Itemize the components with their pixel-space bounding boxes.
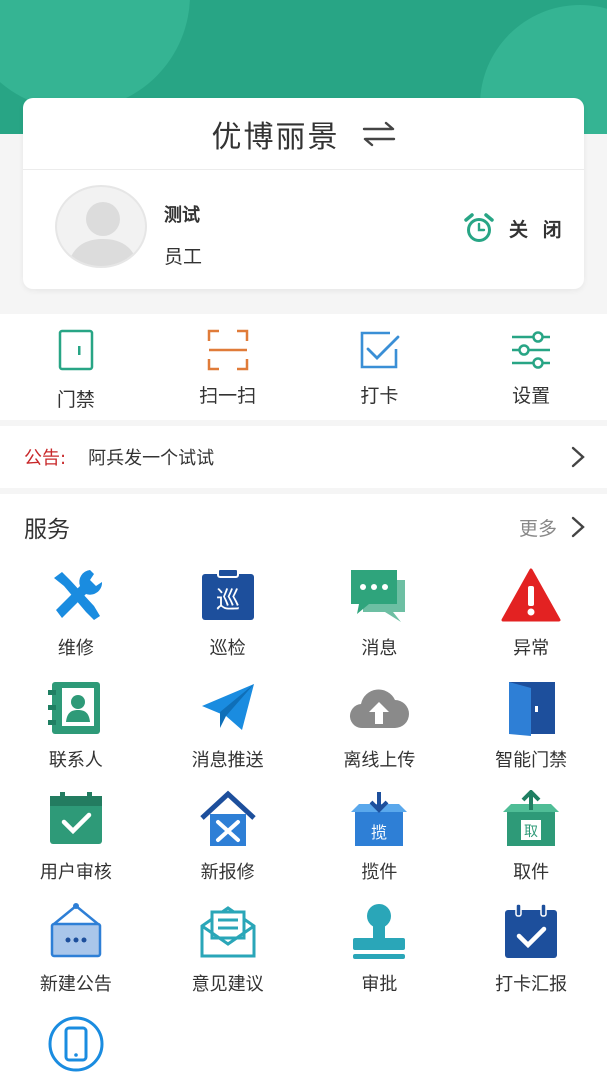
services-section: 服务 更多 维修 巡 巡检 消息 异常 联系人 消息推送 离线上传 智能门禁 用… [0,494,607,1080]
quick-checkin-label: 打卡 [360,385,399,407]
service-new-announcement[interactable]: 新建公告 [0,896,152,1008]
more-label: 更多 [518,517,557,540]
service-label: 消息 [361,638,398,659]
svg-text:取: 取 [524,824,538,840]
service-label: 智能门禁 [495,750,568,771]
mobile-phone-icon [48,1016,104,1072]
service-label: 取件 [513,862,550,883]
checkin-icon [361,331,400,369]
service-label: 新报修 [200,862,255,883]
cloud-upload-icon [350,689,410,729]
quick-scan[interactable]: 扫一扫 [152,314,304,420]
avatar-placeholder-icon [67,202,139,266]
service-approval[interactable]: 审批 [304,896,456,1008]
contacts-icon [47,682,100,734]
more-link[interactable]: 更多 [519,514,585,541]
repair-tools-icon [53,570,102,620]
profile-card: 优博丽景 测试 员工 关 闭 [23,98,584,289]
inspection-icon: 巡 [201,568,254,620]
warning-icon [501,568,561,622]
user-row: 测试 员工 关 闭 [23,170,584,288]
service-label: 联系人 [48,750,103,771]
package-pickup-icon: 取 [503,790,560,846]
swap-arrows-icon[interactable] [362,121,396,147]
quick-actions: 门禁 扫一扫 打卡 设置 [0,314,607,420]
service-offline-upload[interactable]: 离线上传 [304,672,456,784]
service-label: 用户审核 [39,862,112,883]
service-inspection[interactable]: 巡 巡检 [152,560,304,672]
service-push[interactable]: 消息推送 [152,672,304,784]
service-label: 意见建议 [191,974,264,995]
service-smart-door[interactable]: 智能门禁 [455,672,607,784]
smart-door-icon [509,682,556,736]
quick-door[interactable]: 门禁 [0,314,152,420]
announcement-icon [50,903,102,958]
community-title: 优博丽景 [211,119,340,155]
chevron-right-icon [571,516,585,538]
services-title: 服务 [24,517,70,543]
quick-settings-label: 设置 [512,385,551,407]
service-label: 审批 [361,974,398,995]
service-label: 巡检 [209,638,246,659]
user-review-icon [49,792,102,844]
quick-scan-label: 扫一扫 [199,385,257,407]
service-label: 异常 [513,638,550,659]
svg-text:巡: 巡 [216,586,240,614]
paper-plane-icon [201,684,254,730]
new-repair-icon [199,790,256,846]
user-role: 员工 [164,246,203,268]
quick-checkin[interactable]: 打卡 [304,314,456,420]
avatar[interactable] [55,185,147,268]
service-checkin-report[interactable]: 打卡汇报 [455,896,607,1008]
svg-text:揽: 揽 [371,823,387,842]
services-grid: 维修 巡 巡检 消息 异常 联系人 消息推送 离线上传 智能门禁 用户审核 新报… [0,560,607,1080]
alarm-label: 关 闭 [509,218,566,241]
header-decor-circle [0,0,190,110]
service-label: 消息推送 [191,750,264,771]
quick-settings[interactable]: 设置 [455,314,607,420]
door-icon [58,329,94,371]
service-new-repair[interactable]: 新报修 [152,784,304,896]
notice-bar[interactable]: 公告: 阿兵发一个试试 [0,426,607,488]
service-user-review[interactable]: 用户审核 [0,784,152,896]
services-header: 服务 更多 [0,494,607,560]
checkin-report-icon [505,903,558,958]
approval-stamp-icon [353,904,406,959]
notice-text: 阿兵发一个试试 [88,448,215,469]
quick-door-label: 门禁 [56,389,95,411]
service-label: 揽件 [361,862,398,883]
chevron-right-icon [571,446,585,468]
service-message[interactable]: 消息 [304,560,456,672]
service-label: 新建公告 [39,974,112,995]
notice-key: 公告: [24,448,67,469]
user-name: 测试 [164,205,200,226]
package-collect-icon: 揽 [351,792,408,846]
settings-sliders-icon [512,331,551,369]
service-abnormal[interactable]: 异常 [455,560,607,672]
service-feedback[interactable]: 意见建议 [152,896,304,1008]
service-label: 打卡汇报 [495,974,568,995]
service-mobile[interactable] [0,1008,152,1080]
service-collect[interactable]: 揽 揽件 [304,784,456,896]
message-icon [351,570,406,622]
service-label: 离线上传 [343,750,416,771]
scan-icon [207,329,248,371]
feedback-mail-icon [200,906,256,958]
alarm-toggle[interactable]: 关 闭 [463,212,566,244]
alarm-clock-icon [464,213,494,242]
service-repair[interactable]: 维修 [0,560,152,672]
community-switcher[interactable]: 优博丽景 [23,98,584,170]
service-contacts[interactable]: 联系人 [0,672,152,784]
service-label: 维修 [57,638,94,659]
service-pickup[interactable]: 取 取件 [455,784,607,896]
